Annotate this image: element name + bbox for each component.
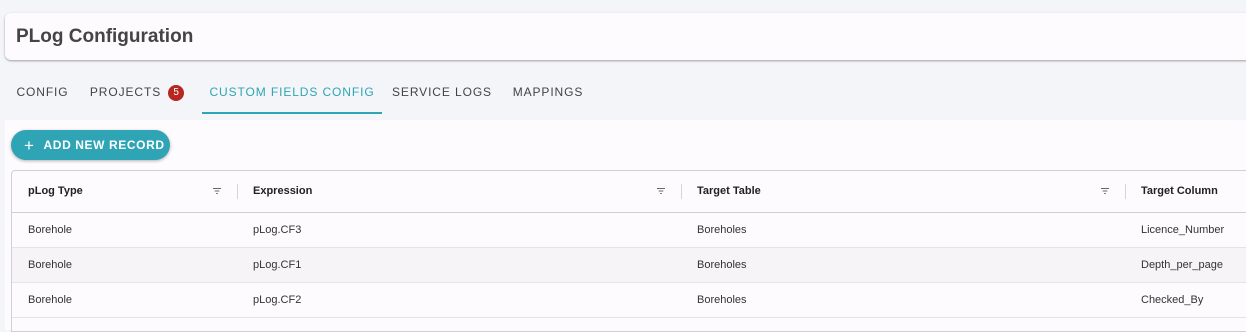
- cell-expression: pLog.CF1: [253, 259, 302, 271]
- table-row[interactable]: Borehole pLog.CF2 Boreholes Checked_By: [12, 283, 1246, 318]
- tab-mappings[interactable]: MAPPINGS: [502, 72, 594, 112]
- filter-icon[interactable]: [212, 186, 222, 196]
- data-table: pLog Type Expression Target Table Target…: [11, 170, 1246, 332]
- tab-label: MAPPINGS: [512, 85, 584, 99]
- cell-target-table: Boreholes: [697, 259, 747, 271]
- tab-config[interactable]: CONFIG: [5, 72, 80, 112]
- cell-expression: pLog.CF3: [253, 224, 302, 236]
- column-separator[interactable]: [237, 184, 238, 199]
- cell-target-column: Checked_By: [1141, 294, 1204, 306]
- tab-bar: CONFIG PROJECTS 5 CUSTOM FIELDS CONFIG SE…: [5, 72, 1245, 114]
- cell-plog-type: Borehole: [28, 294, 73, 306]
- tab-label: CONFIG: [16, 85, 69, 99]
- filter-icon[interactable]: [656, 186, 666, 196]
- filter-icon[interactable]: [1100, 186, 1110, 196]
- tab-label: CUSTOM FIELDS CONFIG: [209, 85, 375, 99]
- count-badge: 5: [168, 85, 185, 101]
- tab-custom-fields-config[interactable]: CUSTOM FIELDS CONFIG: [202, 72, 382, 114]
- column-header-plog-type[interactable]: pLog Type: [28, 171, 83, 212]
- cell-plog-type: Borehole: [28, 224, 73, 236]
- table-header: pLog Type Expression Target Table Target…: [12, 171, 1246, 213]
- column-header-target-table[interactable]: Target Table: [697, 171, 761, 212]
- cell-target-table: Boreholes: [697, 294, 747, 306]
- column-separator[interactable]: [681, 184, 682, 199]
- tab-service-logs[interactable]: SERVICE LOGS: [382, 72, 502, 112]
- table-row[interactable]: Borehole pLog.CF1 Boreholes Depth_per_pa…: [12, 248, 1246, 283]
- page-header: PLog Configuration: [5, 13, 1246, 60]
- add-new-record-label: ADD NEW RECORD: [43, 138, 165, 152]
- page-title: PLog Configuration: [16, 26, 194, 47]
- plus-icon: +: [24, 135, 35, 155]
- tab-projects[interactable]: PROJECTS 5: [81, 72, 193, 112]
- cell-target-column: Licence_Number: [1141, 224, 1225, 236]
- cell-target-column: Depth_per_page: [1141, 259, 1223, 271]
- table-row[interactable]: Borehole pLog.CF3 Boreholes Licence_Numb…: [12, 213, 1246, 248]
- cell-target-table: Boreholes: [697, 224, 747, 236]
- column-header-target-column[interactable]: Target Column: [1141, 171, 1218, 212]
- cell-plog-type: Borehole: [28, 259, 73, 271]
- add-new-record-button[interactable]: + ADD NEW RECORD: [11, 130, 170, 160]
- tab-label: SERVICE LOGS: [392, 85, 492, 99]
- column-separator[interactable]: [1125, 184, 1126, 199]
- cell-expression: pLog.CF2: [253, 294, 302, 306]
- tab-label: PROJECTS: [89, 85, 162, 99]
- column-header-expression[interactable]: Expression: [253, 171, 312, 212]
